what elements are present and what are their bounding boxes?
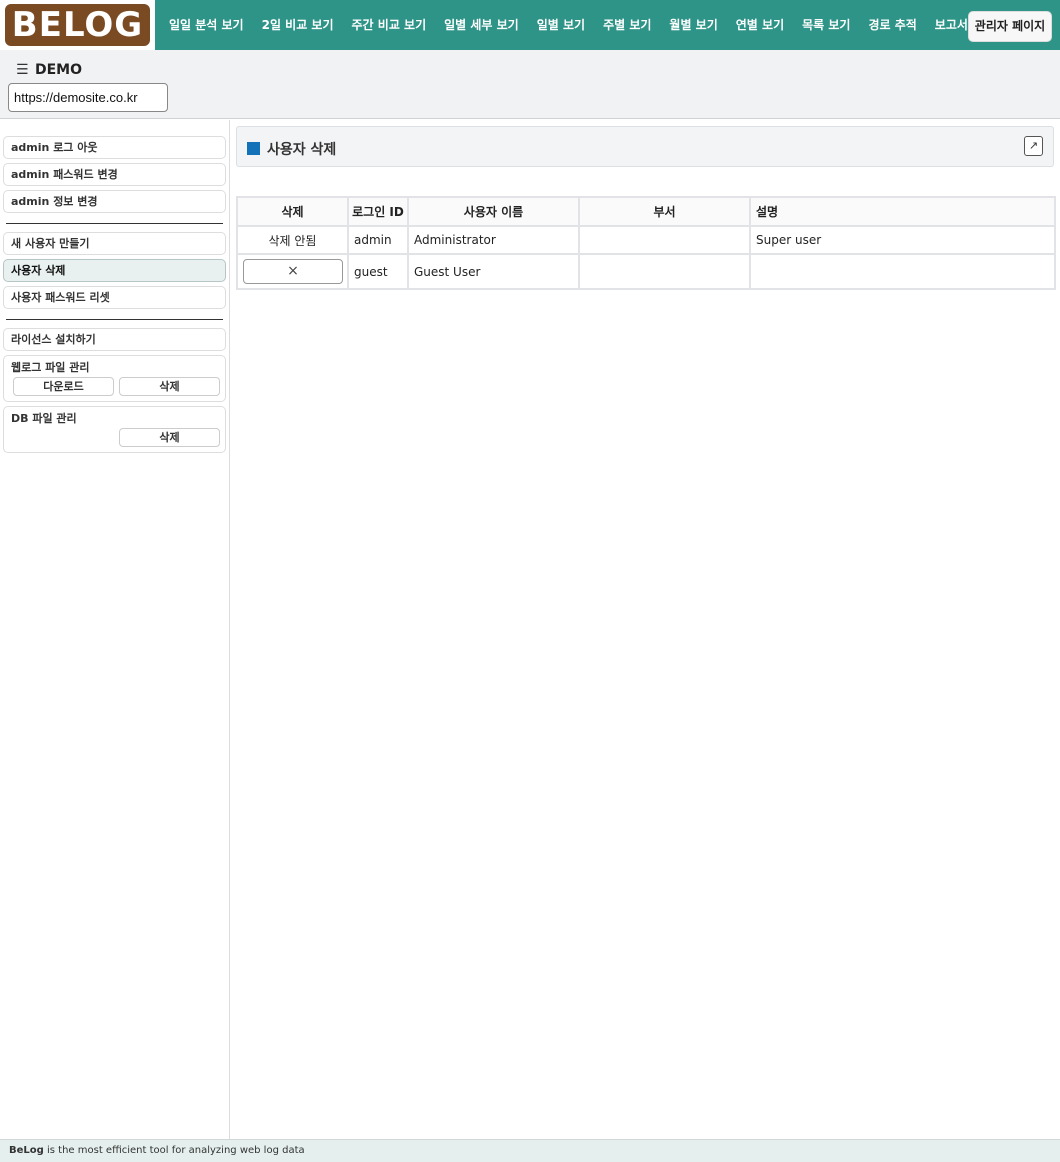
logo[interactable]: BELOG xyxy=(0,0,155,50)
sidebar-item-reset-password[interactable]: 사용자 패스워드 리셋 xyxy=(3,286,226,309)
footer-text: is the most efficient tool for analyzing… xyxy=(43,1145,305,1156)
weblog-file-group: 웹로그 파일 관리 다운로드 삭제 xyxy=(3,355,226,402)
users-table: 삭제 로그인 ID 사용자 이름 부서 설명 삭제 안됨 admin Admin… xyxy=(236,196,1056,290)
cell-department xyxy=(578,253,751,290)
nav-daily-detail[interactable]: 일별 세부 보기 xyxy=(435,0,528,50)
table-header-row: 삭제 로그인 ID 사용자 이름 부서 설명 xyxy=(236,196,1056,227)
db-group-title: DB 파일 관리 xyxy=(11,412,77,425)
sidebar-item-install-license[interactable]: 라이선스 설치하기 xyxy=(3,328,226,351)
site-title[interactable]: ☰ DEMO xyxy=(16,61,82,79)
col-header-description: 설명 xyxy=(749,196,1056,227)
panel-title-marker xyxy=(247,142,260,155)
cell-description: Super user xyxy=(749,225,1056,255)
cell-department xyxy=(578,225,751,255)
sidebar-item-admin-logout[interactable]: admin 로그 아웃 xyxy=(3,136,226,159)
col-header-department: 부서 xyxy=(578,196,751,227)
sidebar-item-change-info[interactable]: admin 정보 변경 xyxy=(3,190,226,213)
cell-login-id: guest xyxy=(347,253,409,290)
admin-sidebar: admin 로그 아웃 admin 패스워드 변경 admin 정보 변경 새 … xyxy=(0,120,230,1139)
sidebar-item-change-password[interactable]: admin 패스워드 변경 xyxy=(3,163,226,186)
weblog-download-button[interactable]: 다운로드 xyxy=(13,377,114,396)
nav-by-month[interactable]: 월별 보기 xyxy=(660,0,726,50)
admin-page-button[interactable]: 관리자 페이지 xyxy=(968,11,1052,42)
sidebar-item-delete-user[interactable]: 사용자 삭제 xyxy=(3,259,226,282)
panel-header: 사용자 삭제 ↗ xyxy=(236,126,1054,167)
logo-badge: BELOG xyxy=(5,4,150,46)
close-icon: × xyxy=(287,263,299,279)
footer: BeLog is the most efficient tool for ana… xyxy=(0,1139,1060,1162)
col-header-user-name: 사용자 이름 xyxy=(407,196,580,227)
cell-user-name: Guest User xyxy=(407,253,580,290)
weblog-delete-button[interactable]: 삭제 xyxy=(119,377,220,396)
popout-icon[interactable]: ↗ xyxy=(1024,136,1043,156)
main-nav: 일일 분석 보기 2일 비교 보기 주간 비교 보기 일별 세부 보기 일별 보… xyxy=(160,0,977,50)
nav-two-day-compare[interactable]: 2일 비교 보기 xyxy=(253,0,343,50)
nav-list-view[interactable]: 목록 보기 xyxy=(793,0,859,50)
col-header-delete: 삭제 xyxy=(236,196,349,227)
cell-user-name: Administrator xyxy=(407,225,580,255)
footer-brand: BeLog xyxy=(9,1145,44,1156)
top-navbar: BELOG 일일 분석 보기 2일 비교 보기 주간 비교 보기 일별 세부 보… xyxy=(0,0,1060,50)
table-row: × guest Guest User xyxy=(236,253,1056,290)
weblog-group-title: 웹로그 파일 관리 xyxy=(11,361,90,374)
nav-by-year[interactable]: 연별 보기 xyxy=(727,0,793,50)
site-url-input[interactable] xyxy=(8,83,168,112)
cell-login-id: admin xyxy=(347,225,409,255)
nav-weekly-compare[interactable]: 주간 비교 보기 xyxy=(343,0,436,50)
db-delete-button[interactable]: 삭제 xyxy=(119,428,220,447)
cell-delete-status: 삭제 안됨 xyxy=(236,225,349,255)
logo-text: BELOG xyxy=(11,5,144,45)
page-title: 사용자 삭제 xyxy=(267,142,337,158)
nav-path-trace[interactable]: 경로 추적 xyxy=(859,0,925,50)
nav-by-week[interactable]: 주별 보기 xyxy=(594,0,660,50)
db-file-group: DB 파일 관리 삭제 xyxy=(3,406,226,453)
sidebar-divider xyxy=(6,319,223,320)
site-bar: ☰ DEMO xyxy=(0,50,1060,119)
nav-by-day[interactable]: 일별 보기 xyxy=(528,0,594,50)
site-name: DEMO xyxy=(35,62,83,78)
menu-icon[interactable]: ☰ xyxy=(16,62,29,78)
delete-user-button[interactable]: × xyxy=(243,259,343,284)
cell-delete-action: × xyxy=(236,253,349,290)
sidebar-divider xyxy=(6,223,223,224)
sidebar-item-new-user[interactable]: 새 사용자 만들기 xyxy=(3,232,226,255)
nav-daily-analysis[interactable]: 일일 분석 보기 xyxy=(160,0,253,50)
table-row: 삭제 안됨 admin Administrator Super user xyxy=(236,225,1056,255)
cell-description xyxy=(749,253,1056,290)
col-header-login-id: 로그인 ID xyxy=(347,196,409,227)
